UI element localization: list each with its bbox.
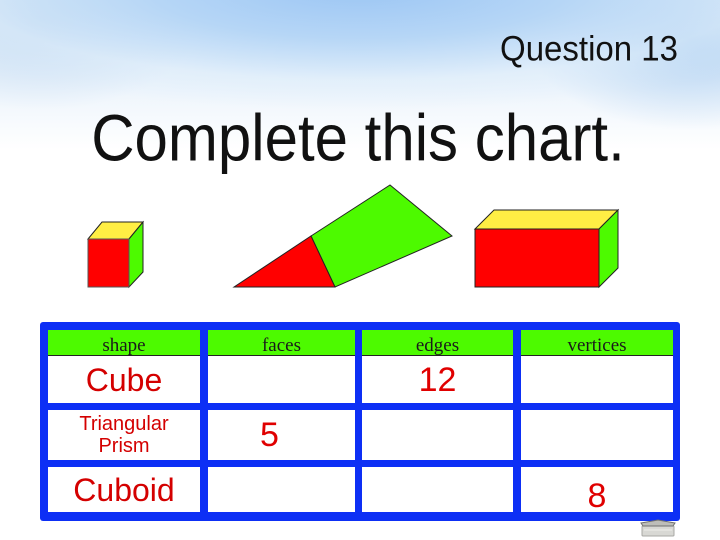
cube-icon xyxy=(86,220,145,289)
cell-prism-vertices[interactable] xyxy=(521,410,673,460)
cell-cuboid-shape: Cuboid xyxy=(48,467,200,512)
cell-cube-edges[interactable]: 12 xyxy=(362,356,513,403)
slide-title: Complete this chart. xyxy=(0,100,720,176)
cell-cuboid-faces[interactable] xyxy=(208,467,355,512)
question-number: Question 13 xyxy=(500,28,678,68)
document-stack-icon xyxy=(640,519,676,537)
header-vertices: vertices xyxy=(521,330,673,356)
cell-prism-edges[interactable] xyxy=(362,410,513,460)
shapes-svg xyxy=(86,184,620,289)
triangular-prism-icon xyxy=(232,184,453,288)
cell-prism-shape: Triangular Prism xyxy=(48,410,200,460)
answer-value: 5 xyxy=(260,416,279,454)
cell-prism-faces[interactable]: 5 xyxy=(208,410,355,460)
prism-rect-face xyxy=(310,184,453,288)
properties-table: shape faces edges vertices Cube 12 Trian… xyxy=(40,322,680,521)
cell-cube-faces[interactable] xyxy=(208,356,355,403)
cuboid-front-face xyxy=(474,228,600,288)
slide-title-text: Complete this chart. xyxy=(91,101,625,175)
shape-name-line1: Triangular xyxy=(79,412,169,435)
cube-front-face xyxy=(87,238,130,288)
header-edges: edges xyxy=(362,330,513,356)
shape-illustrations xyxy=(0,170,720,300)
header-shape: shape xyxy=(48,330,200,356)
answer-value: 12 xyxy=(418,360,457,399)
cuboid-icon xyxy=(473,208,620,289)
cell-cube-vertices[interactable] xyxy=(521,356,673,403)
shape-name-line2: Prism xyxy=(98,435,150,457)
answer-value: 8 xyxy=(587,476,607,515)
cuboid-top-face xyxy=(473,209,620,230)
cell-cuboid-vertices[interactable]: 8 xyxy=(521,467,673,515)
header-faces: faces xyxy=(208,330,355,356)
shape-name: Cuboid xyxy=(73,471,175,508)
shape-name: Cube xyxy=(85,361,163,398)
cell-cube-shape: Cube xyxy=(48,356,200,403)
cell-cuboid-edges[interactable] xyxy=(362,467,513,512)
